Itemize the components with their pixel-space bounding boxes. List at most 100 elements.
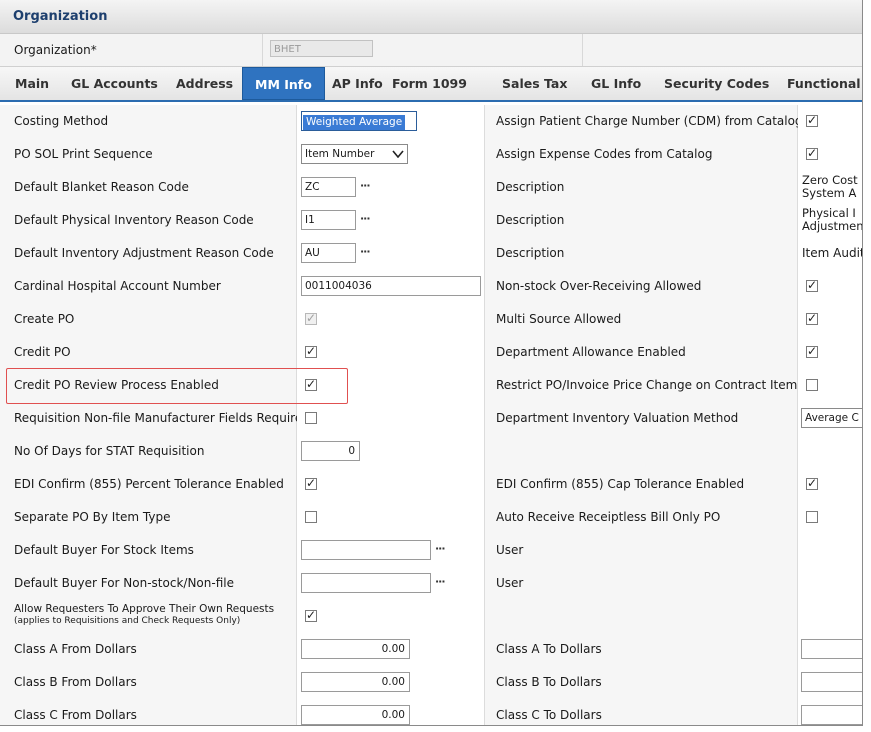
- form-row: Costing Method Weighted Average Assign P…: [0, 105, 862, 139]
- assign-expense-codes-label: Assign Expense Codes from Catalog: [496, 147, 713, 161]
- class-b-to-input[interactable]: [801, 672, 862, 692]
- edi-cap-tolerance-label: EDI Confirm (855) Cap Tolerance Enabled: [496, 477, 745, 491]
- nonfile-manufacturer-checkbox[interactable]: [305, 412, 317, 424]
- description-label: Description: [496, 213, 565, 227]
- organization-input[interactable]: BHET: [270, 40, 373, 57]
- user-label: User: [496, 576, 524, 590]
- lookup-icon[interactable]: ···: [435, 575, 446, 588]
- inventory-valuation-method-select[interactable]: Average C: [801, 408, 862, 428]
- description-label: Description: [496, 180, 565, 194]
- auto-receive-checkbox[interactable]: [806, 511, 818, 523]
- po-sol-print-select[interactable]: Item Number: [301, 144, 408, 164]
- edi-percent-tolerance-label: EDI Confirm (855) Percent Tolerance Enab…: [14, 477, 284, 491]
- multi-source-checkbox[interactable]: [806, 311, 818, 325]
- blanket-reason-input[interactable]: ZC: [301, 177, 356, 197]
- class-a-from-input[interactable]: 0.00: [301, 639, 410, 659]
- divider: [582, 34, 583, 66]
- department-allowance-checkbox[interactable]: [806, 344, 818, 358]
- form-row: Default Physical Inventory Reason Code I…: [0, 204, 862, 238]
- class-c-to-label: Class C To Dollars: [496, 708, 602, 722]
- chevron-down-icon: [392, 150, 404, 158]
- edi-cap-tolerance-checkbox[interactable]: [806, 476, 818, 490]
- assign-cdm-checkbox[interactable]: [806, 113, 818, 127]
- lookup-icon[interactable]: ···: [360, 245, 371, 258]
- class-c-from-label: Class C From Dollars: [14, 708, 137, 722]
- tab-gl-info[interactable]: GL Info: [579, 67, 653, 100]
- assign-cdm-label: Assign Patient Charge Number (CDM) from …: [496, 114, 803, 128]
- form-row: Default Inventory Adjustment Reason Code…: [0, 237, 862, 271]
- auto-receive-label: Auto Receive Receiptless Bill Only PO: [496, 510, 721, 524]
- tab-form-1099[interactable]: Form 1099: [380, 67, 479, 100]
- lookup-icon[interactable]: ···: [360, 212, 371, 225]
- tab-mm-info[interactable]: MM Info: [242, 67, 325, 100]
- costing-method-label: Costing Method: [14, 114, 109, 128]
- class-c-to-input[interactable]: [801, 705, 862, 725]
- form-row: EDI Confirm (855) Percent Tolerance Enab…: [0, 468, 862, 502]
- costing-method-select[interactable]: Weighted Average: [301, 111, 417, 131]
- organization-label: Organization*: [14, 43, 97, 57]
- form-row: Default Buyer For Stock Items ··· User: [0, 534, 862, 568]
- cardinal-account-input[interactable]: 0011004036: [301, 276, 481, 296]
- po-sol-print-value: Item Number: [305, 148, 375, 160]
- highlight-box: [6, 368, 348, 404]
- blanket-reason-description: Zero Cost System A: [802, 173, 858, 200]
- tab-security-codes[interactable]: Security Codes: [652, 67, 781, 100]
- po-sol-print-label: PO SOL Print Sequence: [14, 147, 153, 161]
- nonfile-manufacturer-label: Requisition Non-file Manufacturer Fields…: [14, 411, 310, 425]
- allow-approve-own-checkbox[interactable]: [305, 608, 317, 622]
- credit-po-checkbox[interactable]: [305, 344, 317, 358]
- panel-header: Organization: [0, 0, 862, 34]
- form-row: Class A From Dollars 0.00 Class A To Dol…: [0, 633, 862, 667]
- non-stock-over-receiving-checkbox[interactable]: [806, 278, 818, 292]
- costing-method-value: Weighted Average: [303, 115, 406, 130]
- multi-source-label: Multi Source Allowed: [496, 312, 622, 326]
- divider: [262, 34, 263, 66]
- tab-main[interactable]: Main: [3, 67, 61, 100]
- edi-percent-tolerance-checkbox[interactable]: [305, 476, 317, 490]
- class-c-from-input[interactable]: 0.00: [301, 705, 410, 725]
- inventory-adjustment-reason-label: Default Inventory Adjustment Reason Code: [14, 246, 274, 260]
- stat-requisition-days-input[interactable]: 0: [301, 441, 360, 461]
- restrict-price-change-checkbox[interactable]: [806, 379, 818, 391]
- tab-sales-tax[interactable]: Sales Tax: [490, 67, 579, 100]
- form-row: Create PO Multi Source Allowed: [0, 303, 862, 337]
- organization-row: Organization* BHET: [0, 34, 862, 67]
- blanket-reason-label: Default Blanket Reason Code: [14, 180, 189, 194]
- buyer-stock-label: Default Buyer For Stock Items: [14, 543, 194, 557]
- organization-panel: Organization Organization* BHET Main GL …: [0, 0, 863, 726]
- form-row: No Of Days for STAT Requisition 0: [0, 435, 862, 469]
- inventory-adjustment-reason-input[interactable]: AU: [301, 243, 356, 263]
- physical-inventory-reason-input[interactable]: I1: [301, 210, 356, 230]
- allow-approve-own-sublabel: (applies to Requisitions and Check Reque…: [14, 616, 241, 626]
- form-row: Class B From Dollars 0.00 Class B To Dol…: [0, 666, 862, 700]
- tab-address[interactable]: Address: [164, 67, 245, 100]
- assign-expense-codes-checkbox[interactable]: [806, 146, 818, 160]
- lookup-icon[interactable]: ···: [360, 179, 371, 192]
- tab-functional[interactable]: Functional: [775, 67, 862, 100]
- class-a-from-label: Class A From Dollars: [14, 642, 137, 656]
- form-row: Requisition Non-file Manufacturer Fields…: [0, 402, 862, 436]
- separate-po-checkbox[interactable]: [305, 511, 317, 523]
- create-po-checkbox[interactable]: [305, 311, 317, 325]
- form-row: PO SOL Print Sequence Item Number Assign…: [0, 138, 862, 172]
- non-stock-over-receiving-label: Non-stock Over-Receiving Allowed: [496, 279, 702, 293]
- buyer-stock-input[interactable]: [301, 540, 431, 560]
- allow-approve-own-label: Allow Requesters To Approve Their Own Re…: [14, 603, 275, 615]
- cardinal-account-label: Cardinal Hospital Account Number: [14, 279, 221, 293]
- buyer-nonstock-input[interactable]: [301, 573, 431, 593]
- credit-po-label: Credit PO: [14, 345, 71, 359]
- physical-inventory-reason-label: Default Physical Inventory Reason Code: [14, 213, 254, 227]
- inventory-valuation-method-label: Department Inventory Valuation Method: [496, 411, 739, 425]
- form-row: Default Blanket Reason Code ZC ··· Descr…: [0, 171, 862, 205]
- form-row: Allow Requesters To Approve Their Own Re…: [0, 600, 862, 634]
- restrict-price-change-label: Restrict PO/Invoice Price Change on Cont…: [496, 378, 804, 392]
- class-b-from-input[interactable]: 0.00: [301, 672, 410, 692]
- lookup-icon[interactable]: ···: [435, 542, 446, 555]
- tab-gl-accounts[interactable]: GL Accounts: [59, 67, 170, 100]
- user-label: User: [496, 543, 524, 557]
- form-row: Class C From Dollars 0.00 Class C To Dol…: [0, 699, 862, 725]
- tab-bar: Main GL Accounts Address MM Info AP Info…: [0, 67, 862, 102]
- class-a-to-label: Class A To Dollars: [496, 642, 602, 656]
- form-row: Credit PO Department Allowance Enabled: [0, 336, 862, 370]
- class-a-to-input[interactable]: [801, 639, 862, 659]
